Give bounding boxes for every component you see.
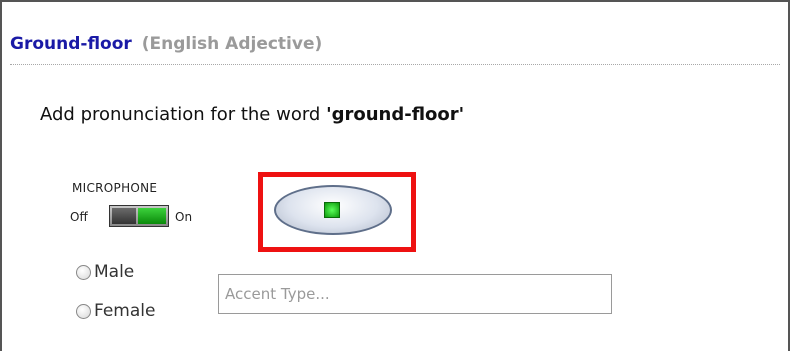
- mic-off-label: Off: [70, 210, 88, 224]
- pronunciation-panel: Ground-floor (English Adjective) Add pro…: [0, 0, 790, 351]
- microphone-switch[interactable]: [109, 205, 169, 227]
- accent-type-input[interactable]: [218, 274, 612, 314]
- record-indicator-icon: [324, 202, 340, 218]
- instruction-prefix: Add pronunciation for the word: [40, 104, 327, 125]
- panel-header: Ground-floor (English Adjective): [10, 34, 322, 54]
- switch-knob: [112, 208, 136, 224]
- gender-label-male: Male: [94, 262, 135, 282]
- gender-label-female: Female: [94, 301, 156, 321]
- switch-on-indicator: [138, 208, 166, 224]
- word-title[interactable]: Ground-floor: [10, 34, 132, 54]
- record-button[interactable]: [274, 185, 392, 235]
- gender-radio-male[interactable]: Male: [76, 262, 134, 282]
- instruction-text: Add pronunciation for the word 'ground-f…: [40, 104, 464, 125]
- radio-circle-icon: [76, 264, 91, 280]
- part-of-speech: (English Adjective): [141, 34, 323, 54]
- radio-circle-icon: [76, 303, 91, 319]
- header-divider: [10, 64, 780, 65]
- gender-radio-female[interactable]: Female: [76, 301, 155, 321]
- instruction-word: 'ground-floor': [326, 104, 465, 125]
- microphone-label: MICROPHONE: [72, 181, 158, 195]
- mic-on-label: On: [175, 210, 193, 224]
